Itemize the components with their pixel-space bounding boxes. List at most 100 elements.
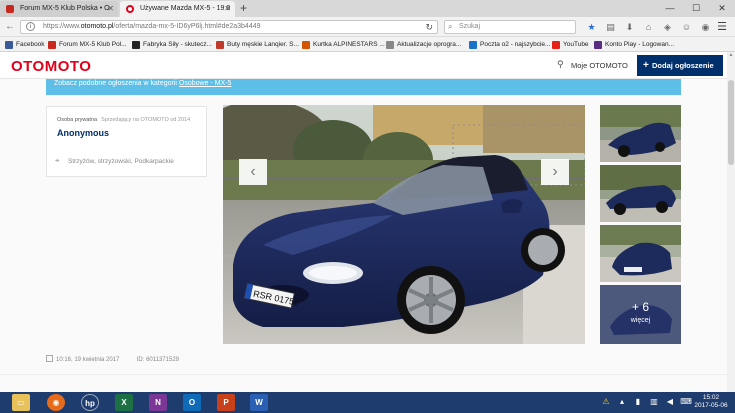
web-page: OTOMOTO ⚲ Moje OTOMOTO + Dodaj ogłoszeni… xyxy=(0,52,727,392)
tab-otomoto[interactable]: Używane Mazda MX-5 - 19 0 ✕ xyxy=(120,1,235,17)
excel-icon[interactable]: X xyxy=(115,394,133,411)
seller-name[interactable]: Anonymous xyxy=(57,128,109,138)
minimize-button[interactable]: — xyxy=(657,0,683,17)
search-placeholder: Szukaj xyxy=(459,23,481,30)
bookmark-item[interactable]: Buty męskie Lanqier. S... xyxy=(216,39,299,50)
windows-taskbar: ▭ ◉ hp X N O P W ⚠ ▴ ▮ ▥ ◀ ⌨ 15:02 2017-… xyxy=(0,392,735,413)
thumbnail[interactable] xyxy=(600,165,681,222)
clock[interactable]: 15:02 2017-05-06 xyxy=(691,394,731,410)
bookmark-item[interactable]: Konto Play - Logowan... xyxy=(594,39,674,50)
reading-list-icon[interactable]: ▤ xyxy=(601,20,620,34)
bookmark-item[interactable]: Forum MX-5 Klub Pol... xyxy=(48,39,127,50)
category-link[interactable]: Osobowe - MX-5 xyxy=(179,80,232,87)
system-tray: ⚠ ▴ ▮ ▥ ◀ ⌨ xyxy=(598,396,694,408)
show-hidden-icon[interactable]: ▴ xyxy=(614,396,630,408)
close-tab-icon[interactable]: ✕ xyxy=(107,1,114,17)
close-tab-icon[interactable]: ✕ xyxy=(224,1,231,17)
gallery-prev-button[interactable]: ‹ xyxy=(239,159,267,185)
tab-label: Używane Mazda MX-5 - 19 0 xyxy=(140,5,231,12)
new-tab-button[interactable]: + xyxy=(240,1,247,15)
window-controls: — ☐ ✕ xyxy=(657,0,735,17)
divider xyxy=(0,374,727,375)
car-photo-image: RSR 01752 xyxy=(223,105,585,344)
my-account-link[interactable]: ⚲ Moje OTOMOTO xyxy=(557,59,628,70)
reload-icon[interactable]: ↻ xyxy=(425,21,433,33)
url-path: /oferta/mazda-mx-5-ID6yP6lj.html#de2a3b4… xyxy=(113,23,261,30)
plus-icon: + xyxy=(643,60,649,71)
gallery-next-button[interactable]: › xyxy=(541,159,569,185)
navigation-bar: ← i https://www.otomoto.pl/oferta/mazda-… xyxy=(0,17,735,37)
toolbar-icons: ★ ▤ ⬇ ⌂ ◈ ☺ ◉ xyxy=(582,20,715,34)
scrollbar-thumb[interactable] xyxy=(728,80,734,165)
seller-since: Sprzedający na OTOMOTO od 2014 xyxy=(101,117,191,123)
location-text: Strzyżów, strzyżowski, Podkarpackie xyxy=(68,158,174,165)
facebook-icon xyxy=(5,41,13,49)
listing-meta: 10:16, 19 kwietnia 2017 ID: 6011371529 xyxy=(46,355,179,363)
sync-icon[interactable]: ☺ xyxy=(677,20,696,34)
battery-icon[interactable]: ▮ xyxy=(630,396,646,408)
bookmarks-bar: Facebook Forum MX-5 Klub Pol... Fabryka … xyxy=(0,37,735,52)
extension-icon[interactable]: ◉ xyxy=(696,20,715,34)
bookmark-item[interactable]: Facebook xyxy=(5,39,45,50)
bookmark-item[interactable]: Fabryka Siły - skutecz... xyxy=(132,39,212,50)
forum-icon xyxy=(48,41,56,49)
more-photos-count: + 6 xyxy=(631,300,649,314)
user-icon: ⚲ xyxy=(557,59,564,69)
more-photos-overlay[interactable]: + 6 więcej xyxy=(600,285,681,344)
otomoto-favicon-icon xyxy=(126,5,134,13)
page-scrollbar[interactable]: ▲ xyxy=(727,52,735,392)
calendar-icon xyxy=(46,355,53,362)
location-pin-icon: ⌖ xyxy=(55,156,60,165)
jacket-icon xyxy=(302,41,310,49)
network-icon[interactable]: ▥ xyxy=(646,396,662,408)
site-header: OTOMOTO ⚲ Moje OTOMOTO + Dodaj ogłoszeni… xyxy=(0,52,727,79)
more-photos-label: więcej xyxy=(630,317,651,324)
category-banner: Zobacz podobne ogłoszenia w kategorii Os… xyxy=(46,79,681,95)
add-listing-button[interactable]: + Dodaj ogłoszenie xyxy=(637,55,723,76)
close-window-button[interactable]: ✕ xyxy=(709,0,735,17)
menu-icon[interactable]: ☰ xyxy=(717,20,727,34)
fabryka-icon xyxy=(132,41,140,49)
bookmark-item[interactable]: Poczta o2 - najszybcie... xyxy=(469,39,550,50)
search-input[interactable]: ⌕ Szukaj xyxy=(444,20,576,34)
tab-forum[interactable]: Forum MX-5 Klub Polska • O ✕ xyxy=(0,1,118,17)
tab-strip: Forum MX-5 Klub Polska • O ✕ Używane Maz… xyxy=(0,0,735,17)
volume-icon[interactable]: ◀ xyxy=(662,396,678,408)
play-icon xyxy=(594,41,602,49)
firefox-icon[interactable]: ◉ xyxy=(47,394,65,411)
forum-favicon-icon xyxy=(6,5,14,13)
banner-text: Zobacz podobne ogłoszenia w kategorii xyxy=(54,80,179,87)
word-icon[interactable]: W xyxy=(250,394,268,411)
downloads-icon[interactable]: ⬇ xyxy=(620,20,639,34)
thumbnail[interactable] xyxy=(600,225,681,282)
home-icon[interactable]: ⌂ xyxy=(639,20,658,34)
listing-id: ID: 6011371529 xyxy=(136,357,179,363)
thumbnail-more[interactable]: + 6 więcej xyxy=(600,285,681,344)
thumbnail-image xyxy=(600,165,681,222)
hp-icon[interactable]: hp xyxy=(81,394,99,411)
bookmark-item[interactable]: Aktualizacje oprogra... xyxy=(386,39,461,50)
powerpoint-icon[interactable]: P xyxy=(217,394,235,411)
warning-icon[interactable]: ⚠ xyxy=(598,396,614,408)
site-info-icon[interactable]: i xyxy=(26,22,35,31)
outlook-icon[interactable]: O xyxy=(183,394,201,411)
back-icon[interactable]: ← xyxy=(5,20,15,34)
thumbnail[interactable] xyxy=(600,105,681,162)
address-bar[interactable]: i https://www.otomoto.pl/oferta/mazda-mx… xyxy=(20,20,438,34)
file-explorer-icon[interactable]: ▭ xyxy=(12,394,30,411)
seller-location: ⌖ Strzyżów, strzyżowski, Podkarpackie xyxy=(46,148,207,177)
bookmark-item[interactable]: Kurtka ALPINESTARS ... xyxy=(302,39,385,50)
thumbnail-image xyxy=(600,105,681,162)
onenote-icon[interactable]: N xyxy=(149,394,167,411)
otomoto-logo[interactable]: OTOMOTO xyxy=(11,58,91,75)
maximize-button[interactable]: ☐ xyxy=(683,0,709,17)
url-prefix: https://www. xyxy=(43,23,81,30)
main-photo[interactable]: RSR 01752 xyxy=(223,105,585,344)
scroll-up-icon[interactable]: ▲ xyxy=(727,52,735,58)
bookmark-star-icon[interactable]: ★ xyxy=(582,20,601,34)
shoes-icon xyxy=(216,41,224,49)
tab-label: Forum MX-5 Klub Polska • O xyxy=(20,5,110,12)
pocket-icon[interactable]: ◈ xyxy=(658,20,677,34)
thumbnail-image xyxy=(600,225,681,282)
bookmark-item[interactable]: YouTube xyxy=(552,39,589,50)
